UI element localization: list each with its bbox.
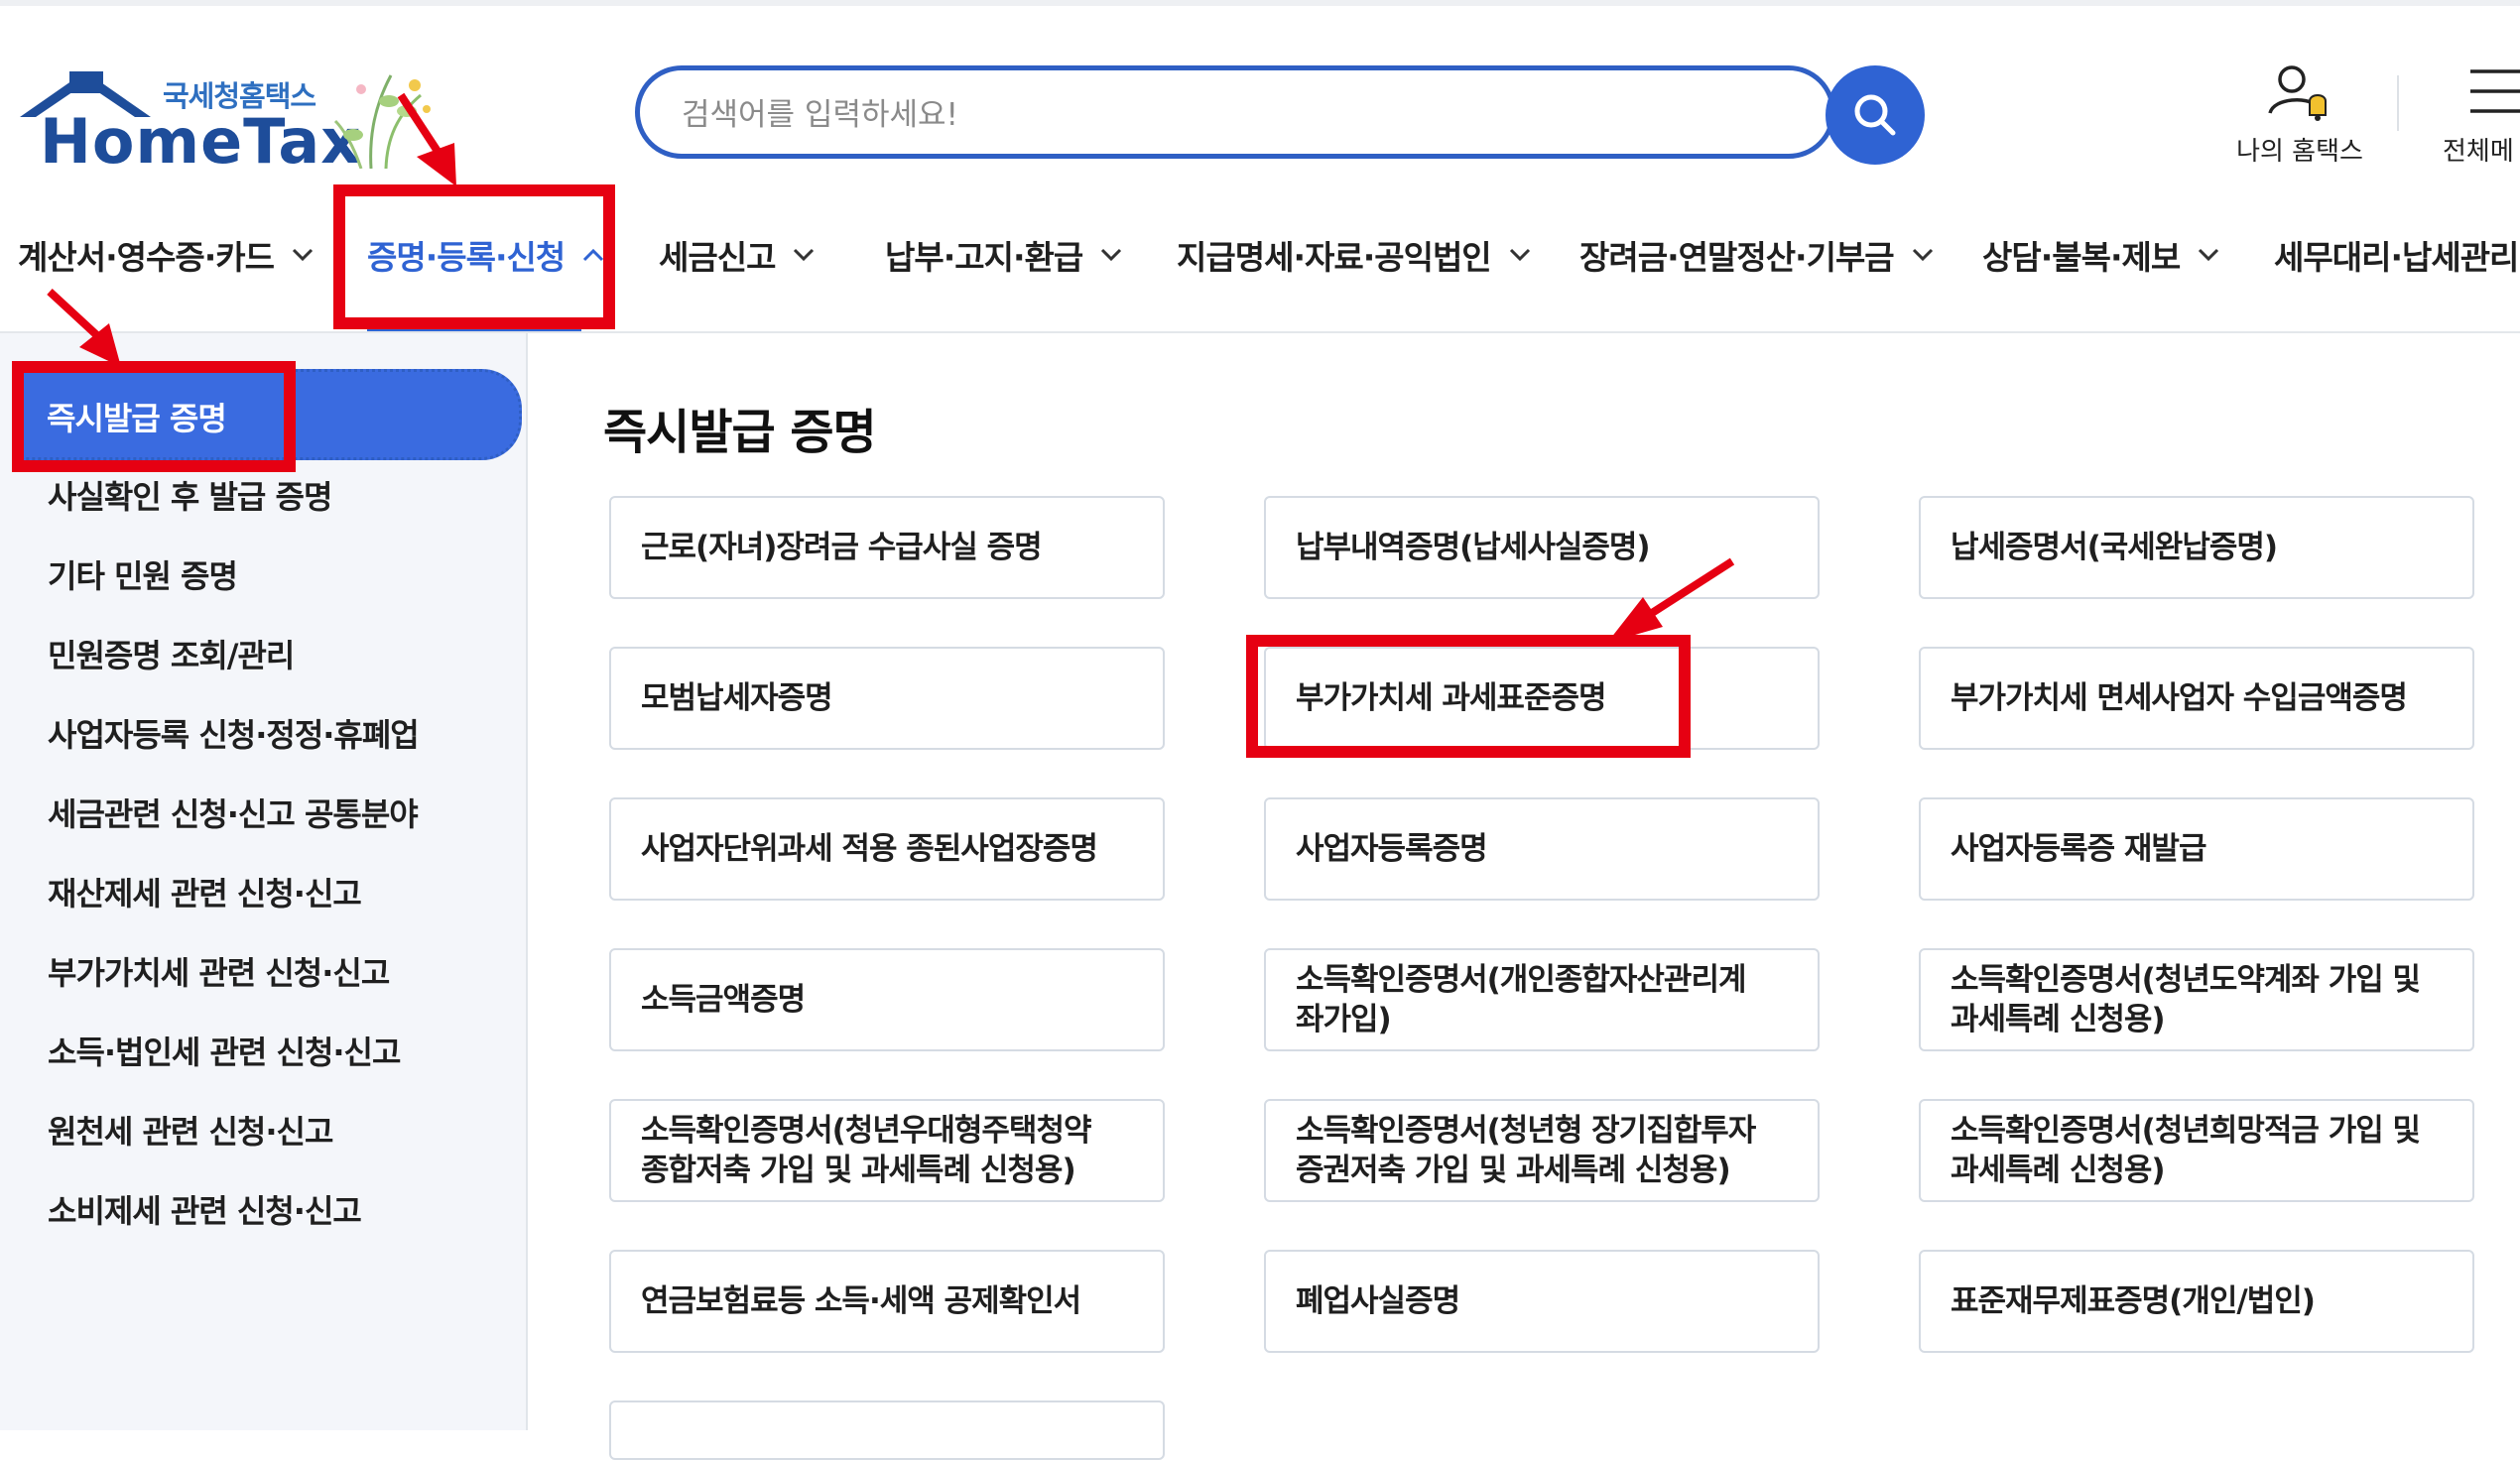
hometax-logo[interactable]: 국세청홈택스 HomeTax [16,63,433,178]
my-hometax-label: 나의 홈택스 [2236,137,2363,167]
sidebar-item-instant-certificate[interactable]: 즉시발급 증명 [20,369,522,460]
chevron-down-icon [1101,248,1122,262]
card-label: 소득금액증명 [641,982,806,1018]
gnb-item-label: 증명·등록·신청 [367,238,566,277]
gnb-item-label: 계산서·영수증·카드 [18,238,275,277]
gnb-item-certificate[interactable]: 증명·등록·신청 [367,230,604,280]
gnb-item-incentive[interactable]: 장려금·연말정산·기부금 [1579,230,1934,280]
all-menu-label: 전체메 [2443,137,2514,167]
certificate-card[interactable]: 소득확인증명서(개인종합자산관리계좌가입) [1264,948,1820,1051]
card-label: 부가가치세 과세표준증명 [1296,680,1607,716]
search-button[interactable] [1826,65,1925,165]
gnb-item-label: 상담·불복·제보 [1982,238,2181,277]
certificate-card[interactable]: 사업자단위과세 적용 종된사업장증명 [609,797,1165,901]
certificate-card[interactable]: 폐업사실증명 [1264,1250,1820,1353]
sidebar-item[interactable]: 세금관련 신청·신고 공통분야 [48,790,419,835]
card-label: 부가가치세 면세사업자 수입금액증명 [1951,680,2408,716]
card-label: 소득확인증명서(청년형 장기집합투자 [1296,1113,1756,1149]
certificate-card[interactable]: 납세증명서(국세완납증명) [1919,496,2474,599]
card-label: 소득확인증명서(청년희망적금 가입 및 [1951,1113,2421,1149]
gnb-active-underline [367,325,581,331]
gnb-item-label: 세금신고 [659,238,776,277]
sidebar-item[interactable]: 부가가치세 관련 신청·신고 [48,948,390,994]
sidebar-item[interactable]: 기타 민원 증명 [48,551,238,597]
top-strip [0,0,2520,6]
sidebar-item[interactable]: 사업자등록 신청·정정·휴폐업 [48,710,420,756]
gnb-item-label: 납부·고지·환급 [885,238,1083,277]
gnb-item-tax-agent[interactable]: 세무대리·납세관리 [2274,230,2519,280]
certificate-card[interactable]: 사업자등록증 재발급 [1919,797,2474,901]
vat-tax-base-certificate-card[interactable]: 부가가치세 과세표준증명 [1264,647,1820,750]
sidebar-item[interactable]: 재산제세 관련 신청·신고 [48,869,362,914]
user-bell-icon [2268,65,2327,121]
chevron-down-icon [2199,248,2219,262]
chevron-down-icon [292,248,314,262]
sidebar-item[interactable]: 소득·법인세 관련 신청·신고 [48,1028,401,1073]
card-label: 사업자등록증명 [1296,831,1488,867]
certificate-card[interactable]: 소득확인증명서(청년우대형주택청약종합저축 가입 및 과세특례 신청용) [609,1099,1165,1202]
card-label: 표준재무제표증명(개인/법인) [1951,1283,2316,1319]
sidebar-item-label: 즉시발급 증명 [47,400,227,437]
search-box[interactable] [635,65,1835,159]
card-label: 소득확인증명서(청년도약계좌 가입 및 [1951,962,2421,998]
gnb-item-statement[interactable]: 지급명세·자료·공익법인 [1177,230,1531,280]
search-icon [1854,94,1896,136]
card-label: 소득확인증명서(개인종합자산관리계 [1296,962,1746,998]
sidebar-item[interactable]: 소비제세 관련 신청·신고 [48,1186,362,1232]
search-input[interactable] [680,88,1775,142]
certificate-card[interactable]: 납부내역증명(납세사실증명) [1264,496,1820,599]
gnb-item-tax-report[interactable]: 세금신고 [659,230,815,280]
certificate-card[interactable]: 표준재무제표증명(개인/법인) [1919,1250,2474,1353]
certificate-card-partial[interactable] [609,1400,1165,1460]
certificate-card[interactable]: 소득확인증명서(청년도약계좌 가입 및과세특례 신청용) [1919,948,2474,1051]
search-bar [635,65,1925,165]
certificate-card[interactable]: 모범납세자증명 [609,647,1165,750]
sidebar-item[interactable]: 원천세 관련 신청·신고 [48,1107,333,1153]
card-label: 납부내역증명(납세사실증명) [1296,530,1651,565]
certificate-card[interactable]: 근로(자녀)장려금 수급사실 증명 [609,496,1165,599]
sidebar: 즉시발급 증명 사실확인 후 발급 증명 기타 민원 증명 민원증명 조회/관리… [0,333,528,1430]
header-divider [2397,75,2399,131]
card-label-line2: 과세특례 신청용) [1951,1002,2166,1037]
sidebar-item[interactable]: 사실확인 후 발급 증명 [48,472,332,518]
hamburger-icon [2470,69,2520,113]
card-label-line2: 좌가입) [1296,1002,1392,1037]
chevron-down-icon [794,248,815,262]
card-label-line2: 과세특례 신청용) [1951,1153,2166,1188]
gnb-item-label: 세무대리·납세관리 [2274,238,2519,277]
chevron-down-icon [1912,248,1933,262]
card-label: 연금보험료등 소득·세액 공제확인서 [641,1283,1081,1319]
card-label: 폐업사실증명 [1296,1283,1460,1319]
sidebar-item[interactable]: 민원증명 조회/관리 [48,631,295,676]
certificate-card[interactable]: 부가가치세 면세사업자 수입금액증명 [1919,647,2474,750]
card-label: 소득확인증명서(청년우대형주택청약 [641,1113,1091,1149]
certificate-card[interactable]: 소득확인증명서(청년형 장기집합투자증권저축 가입 및 과세특례 신청용) [1264,1099,1820,1202]
gnb-item-invoice[interactable]: 계산서·영수증·카드 [18,230,314,280]
page-title: 즉시발급 증명 [603,405,877,460]
card-label-line2: 종합저축 가입 및 과세특례 신청용) [641,1153,1076,1188]
card-label: 모범납세자증명 [641,680,833,716]
card-label: 사업자등록증 재발급 [1951,831,2206,867]
chevron-down-icon [1509,248,1530,262]
card-label-line2: 증권저축 가입 및 과세특례 신청용) [1296,1153,1731,1188]
gnb-item-consult[interactable]: 상담·불복·제보 [1982,230,2219,280]
card-label: 근로(자녀)장려금 수급사실 증명 [641,530,1043,565]
gnb-item-label: 지급명세·자료·공익법인 [1177,238,1492,277]
certificate-card[interactable]: 연금보험료등 소득·세액 공제확인서 [609,1250,1165,1353]
certificate-card[interactable]: 사업자등록증명 [1264,797,1820,901]
card-label: 납세증명서(국세완납증명) [1951,530,2278,565]
gnb-item-payment[interactable]: 납부·고지·환급 [885,230,1122,280]
gnb-item-label: 장려금·연말정산·기부금 [1579,238,1895,277]
card-label: 사업자단위과세 적용 종된사업장증명 [641,831,1098,867]
plant-decoration-icon [333,74,431,169]
global-nav: 계산서·영수증·카드 증명·등록·신청 세금신고 납부·고지·환급 지급명세·자… [0,220,2520,333]
logo-title: HomeTax [40,105,362,178]
certificate-card[interactable]: 소득확인증명서(청년희망적금 가입 및과세특례 신청용) [1919,1099,2474,1202]
certificate-card[interactable]: 소득금액증명 [609,948,1165,1051]
chevron-up-icon [583,248,604,262]
